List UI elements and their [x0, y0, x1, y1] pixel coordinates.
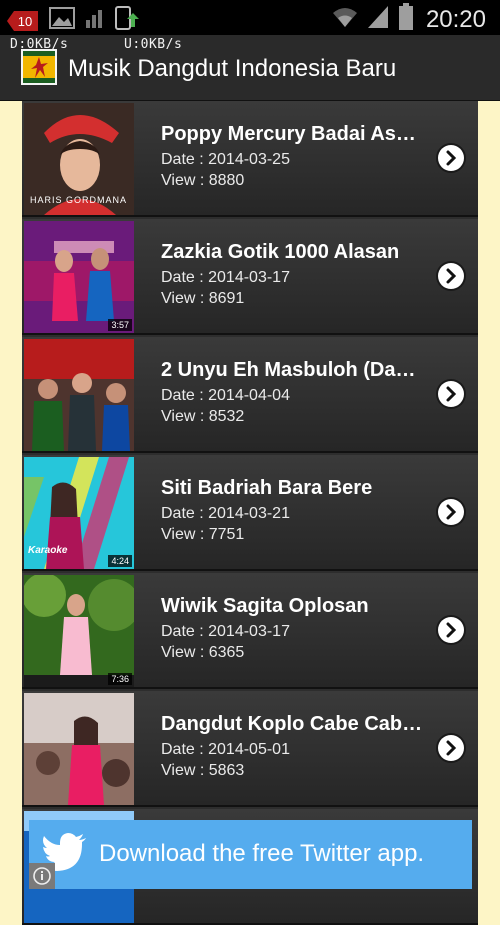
- thumbnail-caption: Karaoke: [28, 545, 68, 556]
- app-logo-icon[interactable]: [21, 49, 57, 85]
- video-duration: 4:24: [108, 555, 132, 567]
- video-thumbnail[interactable]: HARIS GORDMANA: [24, 103, 134, 215]
- notification-badge-icon: 10: [6, 9, 40, 33]
- svg-text:10: 10: [18, 14, 32, 29]
- video-row[interactable]: 2 Unyu Eh Masbuloh (Dangdut) Date : 2014…: [22, 337, 478, 453]
- video-date: Date : 2014-05-01: [161, 741, 290, 758]
- video-date: Date : 2014-03-17: [161, 623, 290, 640]
- video-title: Dangdut Koplo Cabe Cabean: [161, 713, 423, 735]
- video-thumbnail[interactable]: 7:36: [24, 575, 134, 687]
- upload-speed: U:0KB/s: [124, 37, 183, 52]
- video-date: Date : 2014-03-25: [161, 151, 290, 168]
- status-left-icons: 10: [6, 5, 139, 36]
- video-thumbnail[interactable]: [24, 339, 134, 451]
- thumbnail-caption: HARIS GORDMANA: [30, 195, 128, 205]
- signal-bars-icon: [366, 4, 390, 35]
- signal-small-icon: [84, 6, 104, 35]
- battery-icon: [398, 3, 414, 36]
- chevron-right-icon[interactable]: [438, 381, 464, 407]
- action-bar: D:0KB/s U:0KB/s Musik Dangdut Indonesia …: [0, 35, 500, 101]
- video-thumbnail[interactable]: 3:57: [24, 221, 134, 333]
- video-title: 2 Unyu Eh Masbuloh (Dangdut): [161, 359, 423, 381]
- video-views: View : 8532: [161, 408, 245, 425]
- ad-banner[interactable]: Download the free Twitter app.: [29, 820, 472, 889]
- app-title: Musik Dangdut Indonesia Baru: [68, 55, 397, 82]
- video-views: View : 8880: [161, 172, 245, 189]
- video-duration: 7:36: [108, 673, 132, 685]
- video-row[interactable]: 3:57 Zazkia Gotik 1000 Alasan Date : 201…: [22, 219, 478, 335]
- video-views: View : 7751: [161, 526, 245, 543]
- chevron-right-icon[interactable]: [438, 145, 464, 171]
- video-thumbnail[interactable]: [24, 693, 134, 805]
- download-icon: [113, 5, 139, 36]
- video-views: View : 8691: [161, 290, 245, 307]
- video-row[interactable]: Karaoke 4:24 Siti Badriah Bara Bere Date…: [22, 455, 478, 571]
- video-row[interactable]: HARIS GORDMANA Poppy Mercury Badai Asmar…: [22, 101, 478, 217]
- video-views: View : 5863: [161, 762, 245, 779]
- chevron-right-icon[interactable]: [438, 617, 464, 643]
- video-list[interactable]: HARIS GORDMANA Poppy Mercury Badai Asmar…: [22, 101, 478, 925]
- status-right-icons: 20:20: [332, 3, 486, 36]
- chevron-right-icon[interactable]: [438, 499, 464, 525]
- video-title: Siti Badriah Bara Bere: [161, 477, 373, 499]
- video-title: Poppy Mercury Badai Asmara: [161, 123, 423, 145]
- video-date: Date : 2014-04-04: [161, 387, 290, 404]
- video-title: Zazkia Gotik 1000 Alasan: [161, 241, 400, 263]
- wifi-icon: [332, 5, 358, 34]
- video-row[interactable]: Dangdut Koplo Cabe Cabean Date : 2014-05…: [22, 691, 478, 807]
- image-icon: [49, 6, 75, 35]
- ad-info-icon[interactable]: [29, 863, 55, 889]
- chevron-right-icon[interactable]: [438, 263, 464, 289]
- ad-text: Download the free Twitter app.: [99, 840, 425, 867]
- video-title: Wiwik Sagita Oplosan: [161, 595, 369, 617]
- video-duration: 3:57: [108, 319, 132, 331]
- video-date: Date : 2014-03-17: [161, 269, 290, 286]
- status-clock: 20:20: [425, 5, 486, 33]
- video-row[interactable]: 7:36 Wiwik Sagita Oplosan Date : 2014-03…: [22, 573, 478, 689]
- video-views: View : 6365: [161, 644, 245, 661]
- video-date: Date : 2014-03-21: [161, 505, 290, 522]
- chevron-right-icon[interactable]: [438, 735, 464, 761]
- video-thumbnail[interactable]: Karaoke 4:24: [24, 457, 134, 569]
- status-bar: 10 20:20: [0, 0, 500, 35]
